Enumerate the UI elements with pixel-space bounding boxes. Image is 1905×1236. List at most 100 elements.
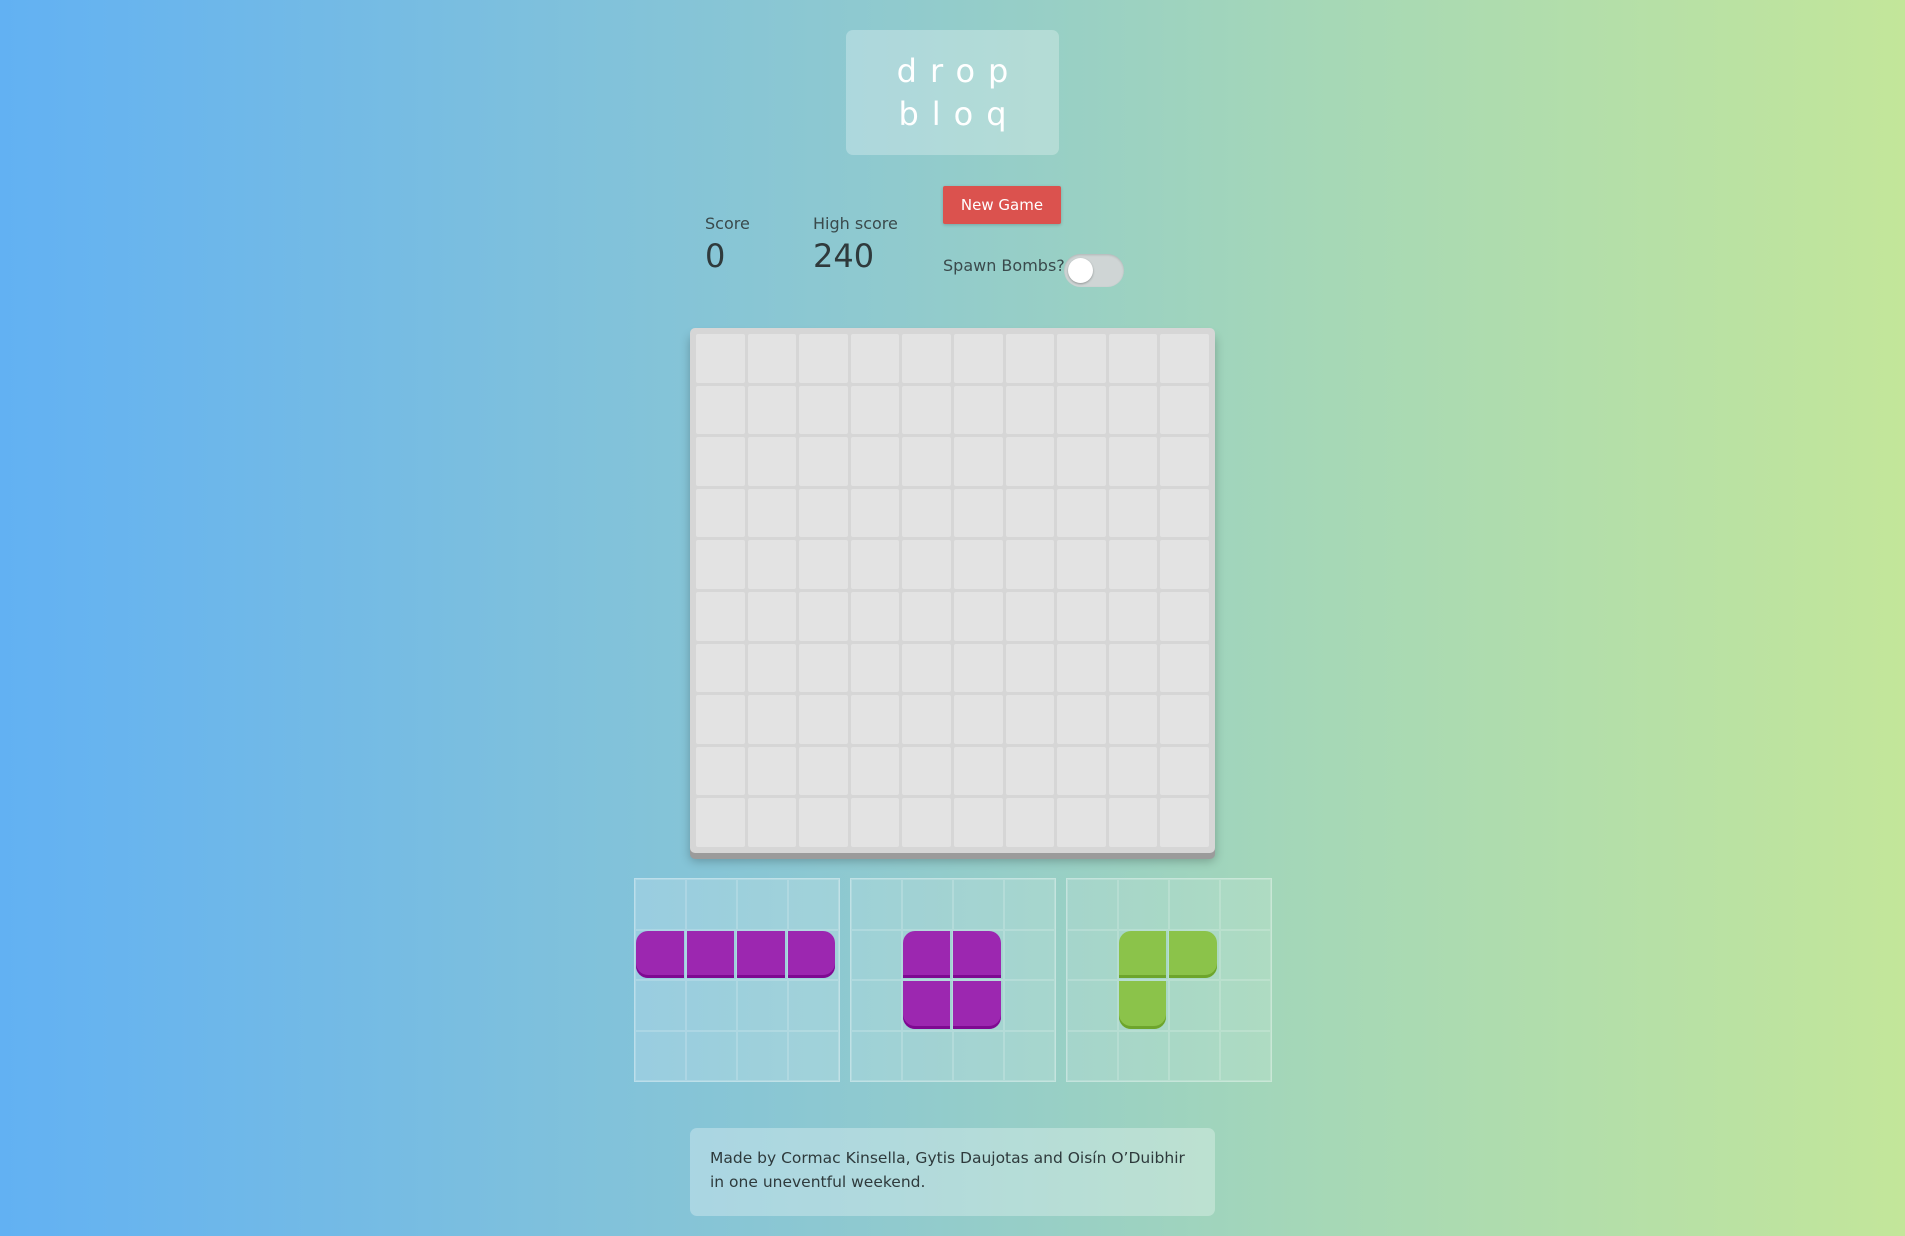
board-cell[interactable] — [696, 643, 745, 693]
board-cell[interactable] — [902, 746, 951, 796]
board-cell[interactable] — [953, 695, 1003, 744]
board-cell[interactable] — [1160, 488, 1209, 538]
board-cell[interactable] — [696, 437, 745, 486]
board-cell[interactable] — [799, 334, 848, 383]
board-cell[interactable] — [953, 488, 1003, 538]
board-cell[interactable] — [953, 798, 1003, 847]
board-cell[interactable] — [902, 488, 951, 538]
board-cell[interactable] — [1057, 746, 1106, 796]
board-cell[interactable] — [747, 695, 797, 744]
board-cell[interactable] — [953, 643, 1003, 693]
board-cell[interactable] — [696, 591, 745, 641]
board-cell[interactable] — [1005, 488, 1055, 538]
board-cell[interactable] — [850, 334, 900, 383]
board-cell[interactable] — [1108, 643, 1158, 693]
board-cell[interactable] — [850, 695, 900, 744]
board-cell[interactable] — [1005, 643, 1055, 693]
board-cell[interactable] — [850, 591, 900, 641]
board-cell[interactable] — [747, 385, 797, 435]
board-cell[interactable] — [953, 334, 1003, 383]
spawn-bombs-toggle[interactable] — [1064, 254, 1124, 287]
board-cell[interactable] — [1160, 591, 1209, 641]
board-cell[interactable] — [902, 591, 951, 641]
board-cell[interactable] — [1160, 334, 1209, 383]
board-cell[interactable] — [850, 385, 900, 435]
board-cell[interactable] — [799, 488, 848, 538]
board-cell[interactable] — [850, 540, 900, 589]
board-cell[interactable] — [953, 746, 1003, 796]
board-cell[interactable] — [1108, 798, 1158, 847]
board-cell[interactable] — [1108, 437, 1158, 486]
board-cell[interactable] — [696, 540, 745, 589]
board-cell[interactable] — [1160, 798, 1209, 847]
board-cell[interactable] — [1160, 746, 1209, 796]
board-cell[interactable] — [1005, 591, 1055, 641]
board-cell[interactable] — [902, 334, 951, 383]
board-cell[interactable] — [747, 437, 797, 486]
board-cell[interactable] — [1160, 437, 1209, 486]
board-cell[interactable] — [1005, 798, 1055, 847]
board-cell[interactable] — [850, 798, 900, 847]
board-cell[interactable] — [1057, 695, 1106, 744]
board-cell[interactable] — [1108, 540, 1158, 589]
board-cell[interactable] — [747, 488, 797, 538]
board-cell[interactable] — [902, 643, 951, 693]
board-cell[interactable] — [799, 437, 848, 486]
board-cell[interactable] — [1057, 488, 1106, 538]
board-cell[interactable] — [1160, 695, 1209, 744]
board-cell[interactable] — [1005, 746, 1055, 796]
board-cell[interactable] — [799, 746, 848, 796]
piece-tray-2[interactable] — [850, 878, 1056, 1082]
board-cell[interactable] — [1005, 334, 1055, 383]
piece-tray-3[interactable] — [1066, 878, 1272, 1082]
board-cell[interactable] — [902, 437, 951, 486]
board-cell[interactable] — [1108, 334, 1158, 383]
board-cell[interactable] — [799, 540, 848, 589]
board-cell[interactable] — [1057, 643, 1106, 693]
board-cell[interactable] — [1057, 540, 1106, 589]
board-cell[interactable] — [953, 591, 1003, 641]
board-cell[interactable] — [1005, 437, 1055, 486]
board-cell[interactable] — [1160, 385, 1209, 435]
board-cell[interactable] — [696, 746, 745, 796]
board-cell[interactable] — [696, 798, 745, 847]
board-cell[interactable] — [850, 643, 900, 693]
board-cell[interactable] — [747, 540, 797, 589]
game-board[interactable] — [690, 328, 1215, 853]
board-cell[interactable] — [1108, 385, 1158, 435]
board-cell[interactable] — [747, 591, 797, 641]
board-cell[interactable] — [902, 798, 951, 847]
board-cell[interactable] — [953, 540, 1003, 589]
board-cell[interactable] — [1005, 540, 1055, 589]
board-cell[interactable] — [953, 437, 1003, 486]
board-cell[interactable] — [799, 798, 848, 847]
board-cell[interactable] — [1057, 385, 1106, 435]
board-cell[interactable] — [902, 540, 951, 589]
board-cell[interactable] — [799, 695, 848, 744]
board-cell[interactable] — [1057, 591, 1106, 641]
board-cell[interactable] — [850, 488, 900, 538]
board-cell[interactable] — [1108, 695, 1158, 744]
piece-tray-1[interactable] — [634, 878, 840, 1082]
new-game-button[interactable]: New Game — [943, 186, 1061, 224]
board-cell[interactable] — [1108, 746, 1158, 796]
board-cell[interactable] — [696, 488, 745, 538]
board-cell[interactable] — [747, 798, 797, 847]
board-cell[interactable] — [799, 385, 848, 435]
board-cell[interactable] — [696, 695, 745, 744]
board-cell[interactable] — [799, 643, 848, 693]
board-cell[interactable] — [1108, 591, 1158, 641]
board-cell[interactable] — [1160, 643, 1209, 693]
board-cell[interactable] — [1108, 488, 1158, 538]
board-cell[interactable] — [696, 334, 745, 383]
board-cell[interactable] — [1057, 437, 1106, 486]
board-cell[interactable] — [747, 334, 797, 383]
board-cell[interactable] — [953, 385, 1003, 435]
board-cell[interactable] — [902, 385, 951, 435]
board-cell[interactable] — [902, 695, 951, 744]
board-cell[interactable] — [747, 746, 797, 796]
board-cell[interactable] — [850, 437, 900, 486]
board-cell[interactable] — [850, 746, 900, 796]
board-cell[interactable] — [696, 385, 745, 435]
board-cell[interactable] — [1057, 334, 1106, 383]
